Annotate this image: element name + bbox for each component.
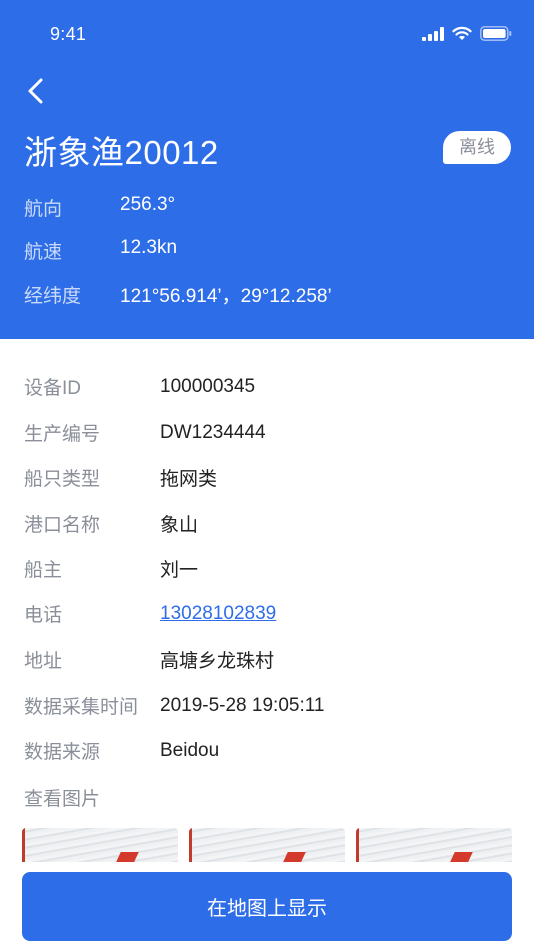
detail-label: 电话 bbox=[24, 605, 63, 626]
detail-label: 地址 bbox=[24, 651, 63, 672]
detail-row-owner: 船主 刘一 bbox=[24, 555, 198, 582]
phone-link[interactable]: 13028102839 bbox=[160, 603, 276, 625]
show-on-map-button[interactable]: 在地图上显示 bbox=[22, 872, 512, 941]
detail-value: 100000345 bbox=[160, 375, 256, 397]
coordinates-label: 经纬度 bbox=[24, 286, 82, 307]
detail-row-data-source: 数据来源 Beidou bbox=[24, 737, 219, 764]
detail-row-port: 港口名称 象山 bbox=[24, 510, 198, 537]
back-chevron-icon[interactable] bbox=[22, 76, 52, 106]
heading-row: 航向 256.3° bbox=[24, 194, 175, 221]
speed-row: 航速 12.3kn bbox=[24, 237, 177, 264]
vessel-header: 9:41 浙象渔20012 离线 航向 256.3° 航速 12.3kn 经纬度 bbox=[0, 0, 534, 339]
detail-row-device-id: 设备ID 100000345 bbox=[24, 373, 255, 400]
detail-value: 刘一 bbox=[160, 560, 199, 581]
detail-label: 船只类型 bbox=[24, 469, 101, 490]
detail-row-vessel-type: 船只类型 拖网类 bbox=[24, 464, 217, 491]
detail-label: 港口名称 bbox=[24, 515, 101, 536]
detail-row-address: 地址 高塘乡龙珠村 bbox=[24, 646, 274, 673]
coordinates-value: 121°56.914’，29°12.258’ bbox=[120, 286, 332, 307]
wifi-icon bbox=[452, 26, 472, 40]
status-time: 9:41 bbox=[50, 24, 87, 44]
detail-label: 船主 bbox=[24, 560, 63, 581]
vessel-name: 浙象渔20012 bbox=[24, 134, 219, 171]
detail-label: 数据采集时间 bbox=[24, 697, 139, 718]
photos-label: 查看图片 bbox=[24, 789, 101, 810]
detail-value: Beidou bbox=[160, 739, 220, 761]
coordinates-row: 经纬度 121°56.914’，29°12.258’ bbox=[24, 281, 332, 308]
detail-row-serial: 生产编号 DW1234444 bbox=[24, 419, 266, 446]
detail-value: 拖网类 bbox=[160, 469, 218, 490]
speed-label: 航速 bbox=[24, 242, 63, 263]
detail-value: 2019-5-28 19:05:11 bbox=[160, 694, 325, 716]
status-icons bbox=[422, 26, 512, 41]
detail-label: 生产编号 bbox=[24, 424, 101, 445]
heading-label: 航向 bbox=[24, 199, 63, 220]
battery-icon bbox=[480, 26, 512, 41]
speed-value: 12.3kn bbox=[120, 237, 178, 258]
status-badge: 离线 bbox=[443, 131, 511, 164]
detail-row-phone: 电话 13028102839 bbox=[24, 600, 276, 627]
detail-row-collect-time: 数据采集时间 2019-5-28 19:05:11 bbox=[24, 692, 324, 719]
detail-label: 设备ID bbox=[24, 378, 82, 399]
detail-value: 高塘乡龙珠村 bbox=[160, 651, 275, 672]
detail-label: 数据来源 bbox=[24, 742, 101, 763]
detail-value: DW1234444 bbox=[160, 421, 266, 443]
detail-value: 象山 bbox=[160, 515, 199, 536]
signal-icon bbox=[422, 26, 444, 41]
heading-value: 256.3° bbox=[120, 194, 176, 215]
